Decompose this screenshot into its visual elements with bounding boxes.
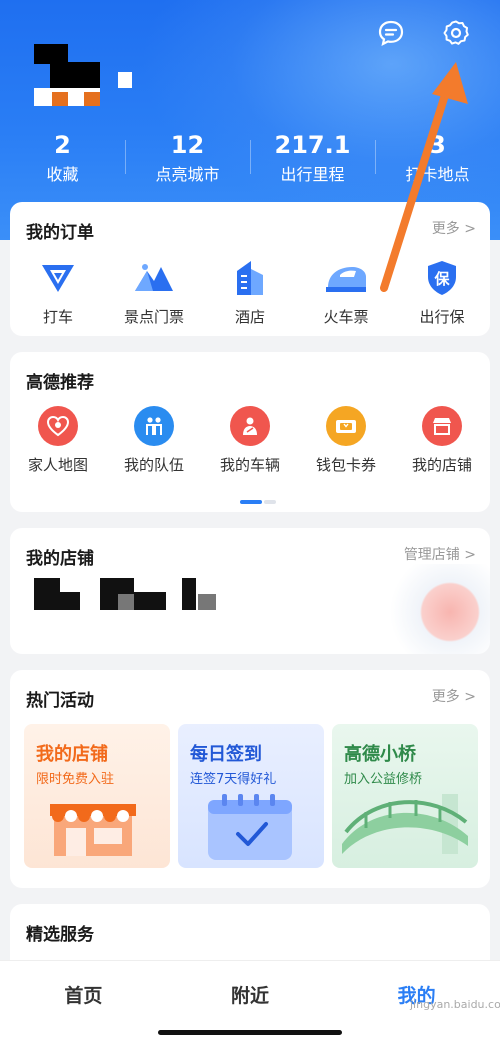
store-title: 我的店铺 [26, 549, 94, 569]
home-indicator[interactable] [158, 1030, 342, 1035]
order-item-label: 打车 [42, 308, 73, 326]
order-item-insurance[interactable]: 保 出行保 [394, 258, 490, 327]
recommend-item-family-map[interactable]: 家人地图 [10, 406, 106, 475]
order-item-tickets[interactable]: 景点门票 [106, 258, 202, 327]
stat-cities[interactable]: 12 点亮城市 [125, 128, 250, 192]
recommend-item-vehicle[interactable]: 我的车辆 [202, 406, 298, 475]
watermark-text: jingyan.baidu.com [410, 998, 500, 1011]
calendar-illustration [208, 794, 292, 860]
svg-text:保: 保 [433, 270, 450, 288]
order-item-label: 酒店 [234, 308, 265, 326]
recommend-item-label: 我的队伍 [123, 456, 184, 474]
stat-value: 3 [429, 131, 446, 159]
stat-mileage[interactable]: 217.1 出行里程 [250, 128, 375, 192]
order-item-taxi[interactable]: 打车 [10, 258, 106, 327]
settings-gear-icon[interactable] [441, 18, 471, 48]
stat-label: 打卡地点 [405, 165, 470, 184]
recommend-item-label: 钱包卡券 [315, 456, 376, 474]
recommend-card: 高德推荐 家人地图 我的队伍 我的车辆 钱包卡券 我的店铺 [10, 352, 490, 512]
insurance-shield-icon: 保 [420, 258, 464, 298]
recommend-icon-row: 家人地图 我的队伍 我的车辆 钱包卡券 我的店铺 [10, 406, 490, 475]
order-item-hotel[interactable]: 酒店 [202, 258, 298, 327]
order-item-label: 火车票 [323, 308, 369, 326]
stat-label: 出行里程 [280, 165, 345, 184]
mountain-ticket-icon [132, 258, 176, 298]
stat-value: 217.1 [274, 131, 351, 159]
username-redacted [118, 72, 132, 88]
activities-title: 热门活动 [26, 691, 94, 711]
recommend-item-store[interactable]: 我的店铺 [394, 406, 490, 475]
recommend-item-label: 家人地图 [27, 456, 88, 474]
family-map-icon [38, 406, 78, 446]
stat-label: 收藏 [46, 165, 79, 184]
taxi-icon [36, 258, 80, 298]
order-item-train[interactable]: 火车票 [298, 258, 394, 327]
message-icon[interactable] [376, 18, 406, 48]
store-icon [422, 406, 462, 446]
stats-row: 2 收藏 12 点亮城市 217.1 出行里程 3 打卡地点 [0, 128, 500, 192]
store-card: 我的店铺 管理店铺 > [10, 528, 490, 654]
recommend-item-team[interactable]: 我的队伍 [106, 406, 202, 475]
order-item-label: 出行保 [419, 308, 465, 326]
recommend-item-wallet[interactable]: 钱包卡券 [298, 406, 394, 475]
orders-icon-row: 打车 景点门票 酒店 火车票 保 出行保 [10, 258, 490, 327]
team-icon [134, 406, 174, 446]
tab-home[interactable]: 首页 [0, 961, 167, 1044]
recommend-item-label: 我的车辆 [219, 456, 280, 474]
services-title: 精选服务 [26, 925, 94, 945]
activities-more-link[interactable]: 更多 > [432, 686, 476, 706]
storefront-illustration [50, 804, 136, 856]
recommend-title: 高德推荐 [26, 373, 94, 393]
stat-checkins[interactable]: 3 打卡地点 [375, 128, 500, 192]
order-item-label: 景点门票 [123, 308, 184, 326]
wallet-coupon-icon [326, 406, 366, 446]
activities-card: 热门活动 更多 > 我的店铺 限时免费入驻 每日签到 连签7天得好礼 高德小桥 [10, 670, 490, 888]
activity-daily-checkin[interactable]: 每日签到 连签7天得好礼 [178, 724, 324, 868]
orders-title: 我的订单 [26, 223, 94, 243]
avatar[interactable] [34, 44, 100, 106]
vehicle-icon [230, 406, 270, 446]
activity-my-store[interactable]: 我的店铺 限时免费入驻 [24, 724, 170, 868]
page-indicator [240, 500, 276, 504]
hotel-building-icon [228, 258, 272, 298]
orders-more-link[interactable]: 更多 > [432, 218, 476, 238]
activity-gaode-bridge[interactable]: 高德小桥 加入公益修桥 [332, 724, 478, 868]
stat-value: 12 [170, 131, 205, 159]
orders-card: 我的订单 更多 > 打车 景点门票 酒店 火车票 保 出行保 [10, 202, 490, 336]
manage-store-link[interactable]: 管理店铺 > [404, 544, 476, 564]
recommend-item-label: 我的店铺 [411, 456, 472, 474]
stat-value: 2 [54, 131, 71, 159]
train-icon [324, 258, 368, 298]
bridge-illustration [342, 794, 468, 854]
stat-label: 点亮城市 [155, 165, 220, 184]
store-stamp-image [370, 564, 490, 654]
stat-favorites[interactable]: 2 收藏 [0, 128, 125, 192]
